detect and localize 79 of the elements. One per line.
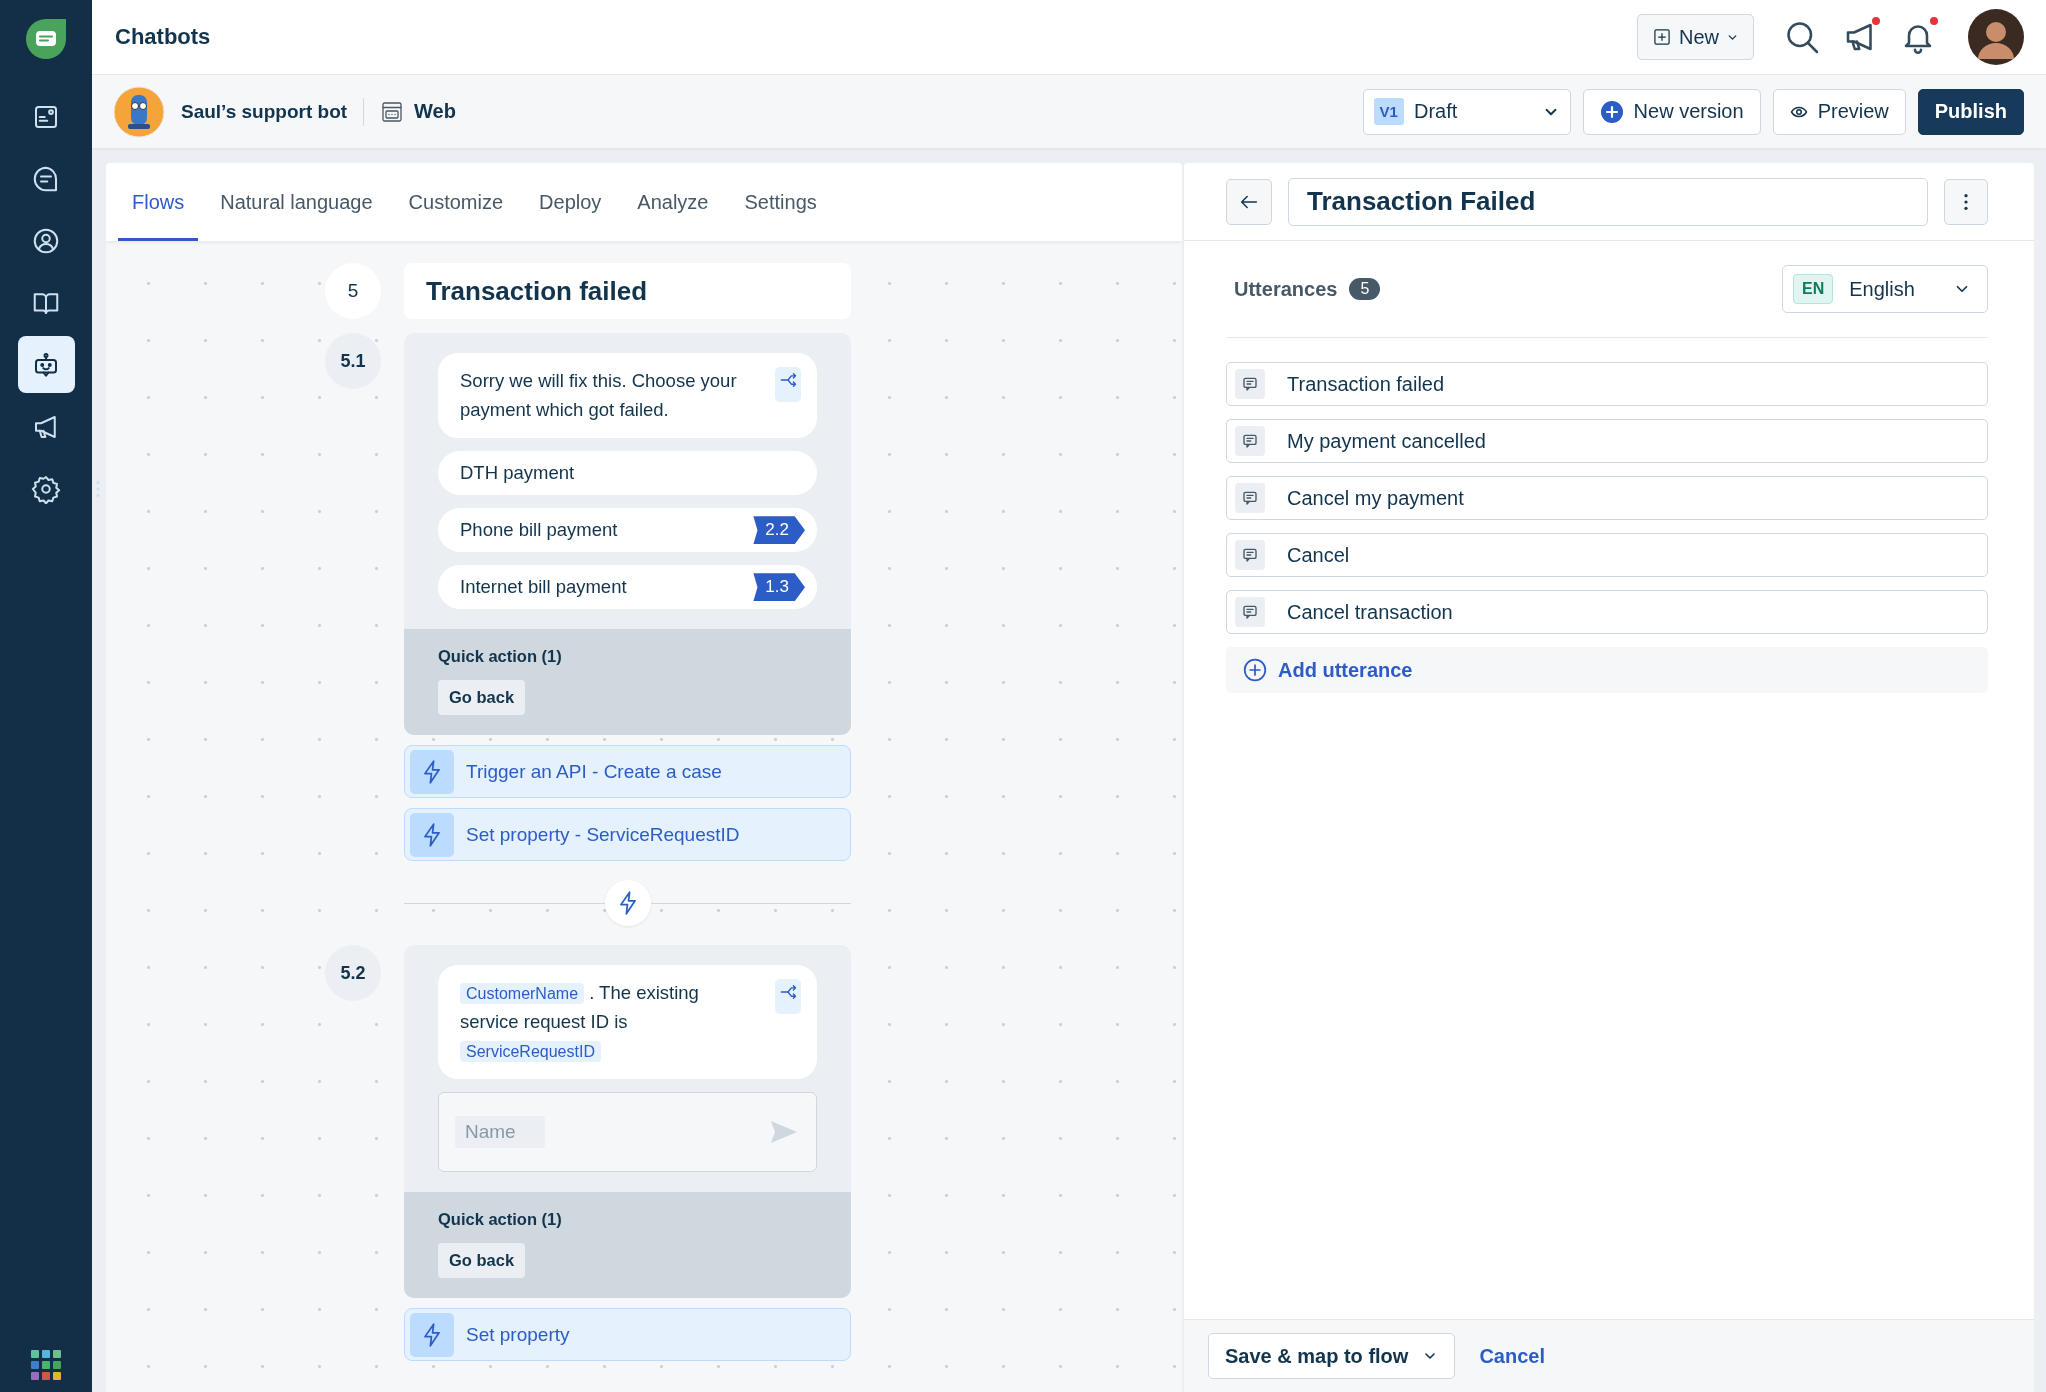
browser-window-icon: [380, 99, 405, 124]
new-button[interactable]: New: [1637, 14, 1754, 60]
tab[interactable]: Natural language: [206, 163, 387, 241]
comment-icon: [1241, 489, 1259, 507]
apps-grid-icon[interactable]: [31, 1350, 61, 1380]
utterance-row[interactable]: Cancel my payment: [1226, 476, 1988, 520]
publish-button[interactable]: Publish: [1917, 88, 2024, 135]
comment-icon: [1241, 432, 1259, 450]
count-badge: 5: [1349, 278, 1381, 300]
step-title: Transaction failed: [404, 263, 851, 319]
variable-tag: CustomerName: [460, 983, 585, 1005]
message-text: CustomerName . The existing service request ID is ServiceRequestID: [460, 981, 700, 1064]
utterance-text: Transaction failed: [1287, 372, 1445, 396]
language-dropdown[interactable]: EN English: [1782, 265, 1988, 313]
language-code: EN: [1793, 274, 1834, 304]
new-version-button[interactable]: New version: [1582, 88, 1761, 135]
utterance-text: Cancel my payment: [1287, 486, 1464, 510]
version-badge: V1: [1373, 98, 1404, 125]
cancel-link[interactable]: Cancel: [1479, 1344, 1545, 1368]
tab[interactable]: Settings: [730, 163, 831, 241]
utterance-row[interactable]: Cancel transaction: [1226, 590, 1988, 634]
message-text: Sorry we will fix this. Choose your payment which got failed.: [460, 369, 737, 422]
jump-tag: 2.2: [753, 516, 805, 545]
utterance-text: My payment cancelled: [1287, 429, 1486, 453]
step-number: 5: [325, 263, 381, 319]
app-logo[interactable]: [24, 17, 68, 61]
action-row[interactable]: Trigger an API - Create a case: [404, 745, 851, 799]
add-utterance-button[interactable]: Add utterance: [1226, 647, 1988, 693]
quick-action-title: Quick action (1): [438, 1210, 562, 1230]
version-dropdown[interactable]: V1 Draft: [1362, 88, 1571, 135]
bot-avatar: [113, 85, 165, 138]
comment-icon: [1241, 603, 1259, 621]
utterance-row[interactable]: My payment cancelled: [1226, 419, 1988, 463]
language-name: English: [1849, 277, 1915, 301]
version-status: Draft: [1413, 100, 1458, 123]
action-row[interactable]: Set property - ServiceRequestID: [404, 808, 851, 862]
option-button[interactable]: Internet bill payment 1.3: [438, 565, 817, 610]
option-button[interactable]: DTH payment: [438, 451, 817, 496]
preview-button[interactable]: Preview: [1772, 88, 1906, 135]
save-map-button[interactable]: Save & map to flow: [1208, 1333, 1456, 1379]
option-button[interactable]: Phone bill payment 2.2: [438, 508, 817, 553]
sidebar-item[interactable]: [17, 336, 75, 393]
utterance-row[interactable]: Cancel: [1226, 533, 1988, 577]
branch-icon: [778, 370, 798, 390]
title-field[interactable]: Transaction Failed: [1288, 177, 1928, 226]
user-avatar[interactable]: [1968, 9, 2024, 65]
variable-tag: ServiceRequestID: [460, 1040, 601, 1062]
tab[interactable]: Customize: [394, 163, 518, 241]
tab[interactable]: Analyze: [623, 163, 723, 241]
quick-action-title: Quick action (1): [438, 647, 562, 667]
action-label: Set property: [466, 1323, 570, 1346]
utterance-text: Cancel transaction: [1287, 600, 1453, 624]
back-button[interactable]: [1226, 178, 1272, 225]
more-icon: [1964, 192, 1968, 211]
action-row[interactable]: Set property: [404, 1308, 851, 1362]
utterance-text: Cancel: [1287, 543, 1350, 567]
section-label: Utterances: [1234, 277, 1338, 301]
block-number: 5.2: [325, 945, 381, 1002]
page-title: Chatbots: [115, 24, 211, 50]
comment-icon: [1241, 546, 1259, 564]
search-icon: [1784, 19, 1820, 55]
action-label: Set property - ServiceRequestID: [466, 823, 740, 846]
channel-name: Web: [414, 100, 456, 123]
utterance-row[interactable]: Transaction failed: [1226, 362, 1988, 406]
add-trigger-button[interactable]: [604, 880, 651, 927]
tab[interactable]: Deploy: [525, 163, 616, 241]
input-field[interactable]: Name: [455, 1116, 545, 1149]
block-number: 5.1: [325, 333, 381, 389]
plus-circle-icon: [1242, 657, 1268, 683]
comment-icon: [1241, 375, 1259, 393]
settings-icon: [31, 473, 61, 504]
quick-action-button[interactable]: Go back: [438, 680, 526, 716]
plus-icon: [1599, 99, 1624, 124]
action-label: Trigger an API - Create a case: [466, 760, 722, 783]
jump-tag: 1.3: [753, 573, 805, 602]
bot-name: Saul’s support bot: [181, 100, 348, 123]
quick-action-button[interactable]: Go back: [438, 1243, 526, 1279]
search-button[interactable]: [1784, 19, 1820, 55]
plus-square-icon: [1652, 27, 1672, 47]
